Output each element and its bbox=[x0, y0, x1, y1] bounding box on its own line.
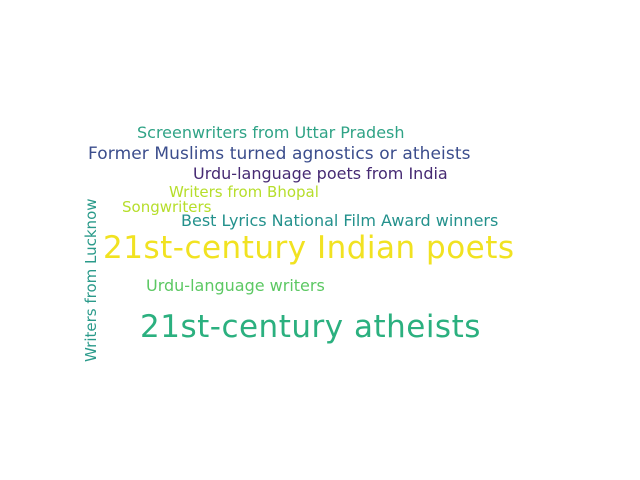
word-screenwriters-uttar-pradesh: Screenwriters from Uttar Pradesh bbox=[137, 123, 405, 142]
word-urdu-writers: Urdu-language writers bbox=[146, 276, 325, 295]
word-urdu-poets-india: Urdu-language poets from India bbox=[193, 164, 448, 183]
word-21st-century-indian-poets: 21st-century Indian poets bbox=[103, 230, 515, 266]
word-21st-century-atheists: 21st-century atheists bbox=[140, 309, 481, 345]
word-cloud: Screenwriters from Uttar Pradesh Former … bbox=[0, 0, 640, 480]
word-writers-lucknow: Writers from Lucknow bbox=[82, 198, 100, 362]
word-best-lyrics-award: Best Lyrics National Film Award winners bbox=[181, 211, 499, 230]
word-former-muslims: Former Muslims turned agnostics or athei… bbox=[88, 144, 471, 164]
